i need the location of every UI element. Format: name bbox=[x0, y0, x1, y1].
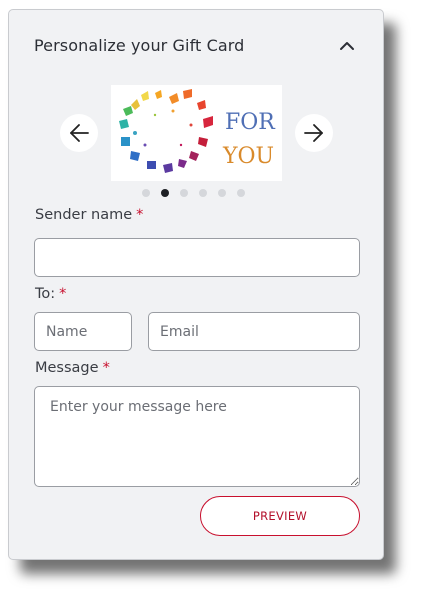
carousel-dot[interactable] bbox=[180, 189, 188, 197]
message-textarea[interactable] bbox=[34, 386, 360, 487]
card-text-you: YOU bbox=[222, 144, 274, 169]
carousel-dot[interactable] bbox=[142, 189, 150, 197]
arrow-right-icon bbox=[304, 124, 323, 142]
chevron-up-icon bbox=[340, 42, 354, 50]
carousel-dot[interactable] bbox=[199, 189, 207, 197]
to-label-text: To: bbox=[35, 286, 56, 302]
panel-title: Personalize your Gift Card bbox=[34, 36, 245, 55]
gift-card-image[interactable]: FOR YOU bbox=[111, 85, 282, 181]
sender-name-label: Sender name * bbox=[35, 207, 143, 223]
butterfly-wreath-illustration: FOR YOU bbox=[119, 89, 276, 173]
preview-button[interactable]: PREVIEW bbox=[200, 496, 360, 536]
sender-name-label-text: Sender name bbox=[35, 207, 133, 223]
carousel-next-button[interactable] bbox=[295, 114, 333, 152]
carousel-prev-button[interactable] bbox=[60, 114, 98, 152]
carousel-dot-active[interactable] bbox=[161, 189, 169, 197]
required-asterisk: * bbox=[102, 360, 110, 376]
card-text-for: FOR bbox=[225, 110, 276, 135]
message-label-text: Message bbox=[35, 360, 99, 376]
carousel-dot[interactable] bbox=[237, 189, 245, 197]
arrow-left-icon bbox=[70, 124, 89, 142]
required-asterisk: * bbox=[59, 286, 67, 302]
message-label: Message * bbox=[35, 360, 110, 376]
carousel-dots bbox=[142, 189, 245, 197]
recipient-email-input[interactable] bbox=[148, 312, 360, 351]
sender-name-input[interactable] bbox=[34, 238, 360, 277]
carousel-dot[interactable] bbox=[218, 189, 226, 197]
required-asterisk: * bbox=[136, 207, 144, 223]
to-label: To: * bbox=[35, 286, 66, 302]
recipient-name-input[interactable] bbox=[34, 312, 132, 351]
gift-card-panel: Personalize your Gift Card FOR YOU Sende… bbox=[8, 9, 384, 560]
collapse-button[interactable] bbox=[335, 34, 359, 58]
